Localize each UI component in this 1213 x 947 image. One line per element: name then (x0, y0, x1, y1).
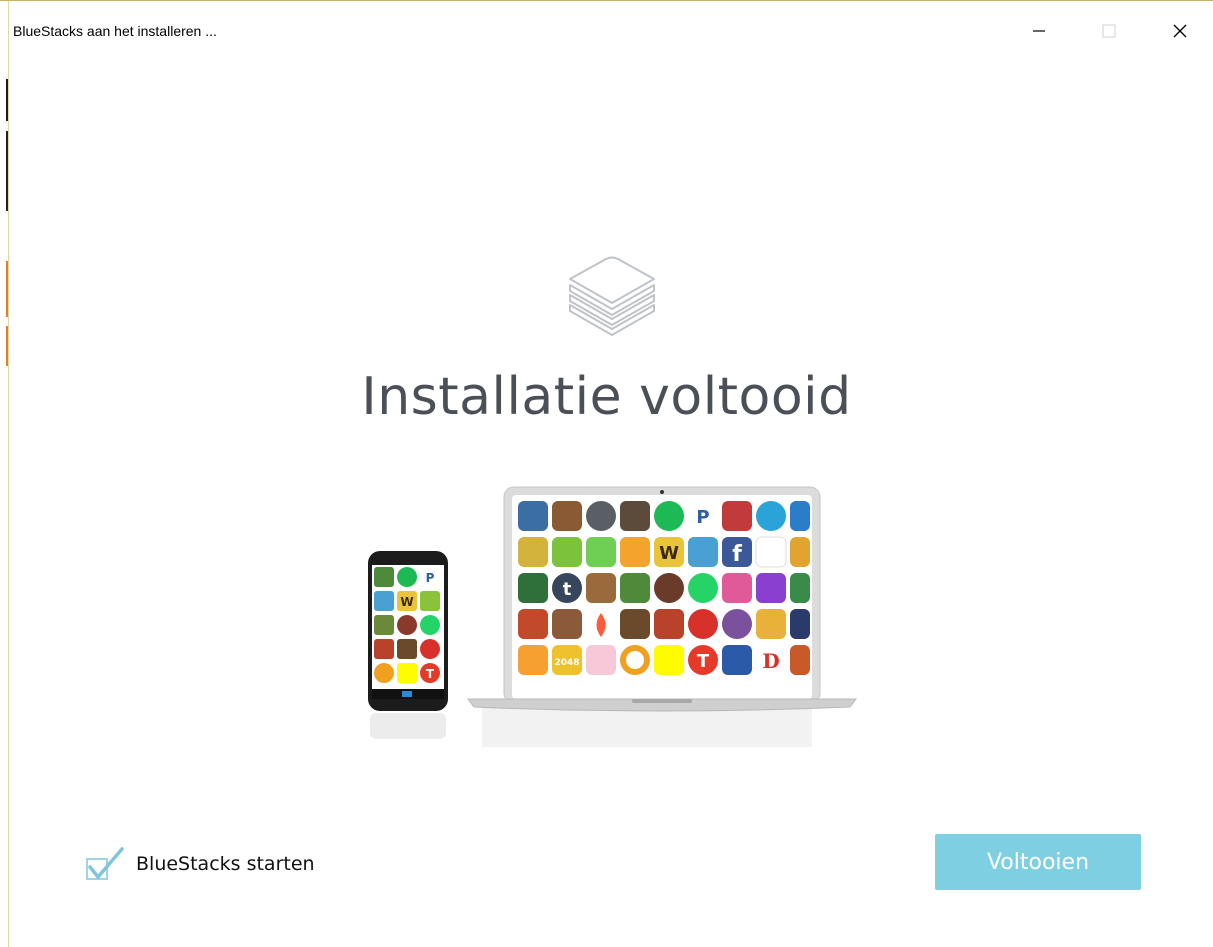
svg-text:W: W (659, 543, 679, 564)
svg-text:T: T (426, 667, 435, 681)
window-border (8, 1, 9, 947)
minimize-icon (1033, 30, 1045, 32)
svg-text:t: t (563, 579, 572, 600)
maximize-button[interactable] (1086, 13, 1132, 49)
svg-text:T: T (697, 651, 710, 672)
svg-text:P: P (696, 507, 709, 528)
launch-bluestacks-checkbox[interactable]: BlueStacks starten (84, 847, 315, 881)
phone-and-laptop-app-grid-illustration: P W f t 2048 T D P W T (368, 486, 857, 747)
launch-bluestacks-label: BlueStacks starten (136, 853, 315, 875)
finish-button[interactable]: Voltooien (935, 834, 1141, 890)
background-desktop-edge (0, 1, 9, 947)
installer-window: BlueStacks aan het installeren ... Insta… (0, 0, 1213, 947)
svg-text:P: P (426, 571, 435, 585)
window-title: BlueStacks aan het installeren ... (13, 23, 217, 39)
close-icon (1173, 24, 1187, 38)
page-title: Installatie voltooid (361, 367, 852, 427)
title-bar[interactable]: BlueStacks aan het installeren ... (9, 1, 1213, 61)
svg-text:2048: 2048 (554, 658, 579, 668)
minimize-button[interactable] (1016, 13, 1062, 49)
svg-text:W: W (400, 595, 413, 609)
svg-text:f: f (732, 542, 742, 567)
close-button[interactable] (1157, 13, 1203, 49)
svg-text:D: D (762, 649, 779, 673)
maximize-icon (1102, 24, 1116, 38)
stacked-layers-icon (569, 256, 655, 336)
checkmark-icon[interactable] (84, 847, 124, 881)
